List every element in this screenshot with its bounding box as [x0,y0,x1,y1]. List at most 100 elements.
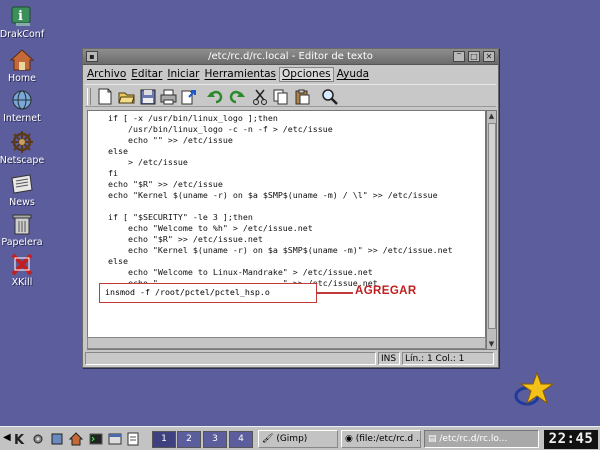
desktop-icon-internet[interactable]: Internet [0,88,44,124]
editor-icon: ▤ [428,434,437,444]
code-line: /usr/bin/linux_logo -c -n -f > /etc/issu… [88,124,333,134]
panel-clock[interactable]: 22:45 [544,430,598,449]
code-line: if [ -x /usr/bin/linux_logo ];then [88,113,278,123]
export-icon[interactable] [179,87,198,106]
menu-ayuda[interactable]: Ayuda [335,67,371,82]
horizontal-scrollbar[interactable] [87,337,486,349]
highlighted-code-line: insmod -f /root/pctel/pctel_hsp.o [105,287,270,297]
panel-hide-arrow-icon[interactable]: ◀ [3,432,11,446]
task-label: (file:/etc/rc.d ... [355,434,421,444]
globe-icon: ◉ [345,434,353,444]
home-icon[interactable] [68,432,84,446]
menu-editar[interactable]: Editar [129,67,164,82]
code-line: if [ "$SECURITY" -le 3 ];then [88,212,253,222]
annotation-connector [317,292,353,294]
text-editor-area[interactable]: if [ -x /usr/bin/linux_logo ];then /usr/… [87,110,486,350]
svg-text:K: K [14,433,25,446]
annotation-label: AGREGAR [355,285,417,297]
code-line: echo "Welcome to Linux-Mandrake" > /etc/… [88,267,373,277]
status-cursor-position: Lín.: 1 Col.: 1 [402,352,494,365]
k-menu-icon[interactable]: K [12,432,26,448]
newspaper-icon [9,172,35,196]
maximize-button[interactable]: □ [468,51,480,62]
code-line: > /etc/issue [88,157,188,167]
menu-iniciar[interactable]: Iniciar [165,67,201,82]
code-line: echo "" >> /etc/issue [88,135,233,145]
code-line: echo "Kernel $(uname -r) on $a $SMP$(una… [88,190,438,200]
save-icon[interactable] [138,87,157,106]
status-message [85,352,376,365]
gimp-icon: 🖌 [262,434,274,444]
star-icon[interactable] [511,371,555,408]
desktop-icon-home[interactable]: Home [0,48,44,84]
vertical-scrollbar[interactable]: ▲ ▼ [486,110,497,350]
menu-opciones[interactable]: Opciones [279,67,334,82]
code-line: echo "Kernel $(uname -r) on $a $SMP$(una… [88,245,453,255]
task-label: /etc/rc.d/rc.lo... [439,434,508,444]
editor-icon[interactable] [126,432,140,446]
scroll-up-icon[interactable]: ▲ [487,111,496,121]
svg-text:i: i [18,9,23,24]
desktop-icon-label: XKill [11,277,33,288]
undo-icon[interactable] [206,87,225,106]
print-icon[interactable] [159,87,178,106]
desktop-icon-label: Netscape [0,155,45,166]
home-icon [9,48,35,72]
netscape-helm-icon [9,130,35,154]
window-titlebar[interactable]: ▪ /etc/rc.d/rc.local - Editor de texto ‾… [83,49,498,65]
desktop-icon-label: News [9,197,35,208]
desktop-icon-label: Internet [3,113,41,124]
desktop-icon-label: Papelera [1,237,43,248]
desktop-icon-label: Home [7,73,37,84]
paste-icon[interactable] [292,87,311,106]
scrollbar-thumb[interactable] [488,123,496,329]
menu-herramientas[interactable]: Herramientas [202,67,278,82]
minimize-button[interactable]: ‾ [453,51,465,62]
code-line: echo "$R" >> /etc/issue [88,179,223,189]
code-line: echo "Welcome to %h" > /etc/issue.net [88,223,313,233]
toolbar [85,84,496,107]
code-line: echo "$R" >> /etc/issue.net [88,234,263,244]
desktop-icon-news[interactable]: News [0,172,44,208]
open-folder-icon[interactable] [117,87,136,106]
copy-icon[interactable] [271,87,290,106]
task-file-browser[interactable]: ◉ (file:/etc/rc.d ... [341,430,421,448]
desktop-icon-drakconf[interactable]: i DrakConf [0,4,44,40]
settings-gear-icon[interactable] [31,432,45,446]
find-icon[interactable] [320,87,339,106]
internet-icon [9,88,35,112]
code-line: fi [88,168,118,178]
code-line: else [88,146,128,156]
status-insert-mode: INS [378,352,400,365]
redo-icon[interactable] [227,87,246,106]
desktop-switch-2[interactable]: 2 [177,431,201,448]
task-label: (Gimp) [276,434,308,444]
tools-icon[interactable] [50,432,64,446]
code-line: else [88,256,128,266]
taskbar-panel: ◀ K 1 2 3 4 🖌 (Gimp) ◉ (file:/etc/rc.d .… [0,426,600,450]
cut-icon[interactable] [250,87,269,106]
trash-icon [9,212,35,236]
task-gimp[interactable]: 🖌 (Gimp) [258,430,338,448]
text-editor-window: ▪ /etc/rc.d/rc.local - Editor de texto ‾… [82,48,499,368]
desktop-icon-label: DrakConf [0,29,45,40]
menubar: Archivo Editar Iniciar Herramientas Opciones… [85,67,496,82]
drakconf-icon: i [9,4,35,28]
desktop-icon-netscape[interactable]: Netscape [0,130,44,166]
desktop-icon-papelera[interactable]: Papelera [0,212,44,248]
toolbar-grip[interactable] [87,88,91,105]
task-text-editor[interactable]: ▤ /etc/rc.d/rc.lo... [424,430,539,448]
window-title: /etc/rc.d/rc.local - Editor de texto [208,51,373,62]
statusbar: INS Lín.: 1 Col.: 1 [85,352,496,365]
menu-archivo[interactable]: Archivo [85,67,128,82]
close-button[interactable]: ✕ [483,51,495,62]
desktop-switch-3[interactable]: 3 [203,431,227,448]
terminal-icon[interactable] [89,432,103,446]
desktop-icon-xkill[interactable]: XKill [0,252,44,288]
new-file-icon[interactable] [95,87,114,106]
scroll-down-icon[interactable]: ▼ [487,339,496,349]
desktop-switch-1[interactable]: 1 [152,431,176,448]
browser-icon[interactable] [108,432,122,446]
desktop-switch-4[interactable]: 4 [229,431,253,448]
xkill-icon [9,252,35,276]
